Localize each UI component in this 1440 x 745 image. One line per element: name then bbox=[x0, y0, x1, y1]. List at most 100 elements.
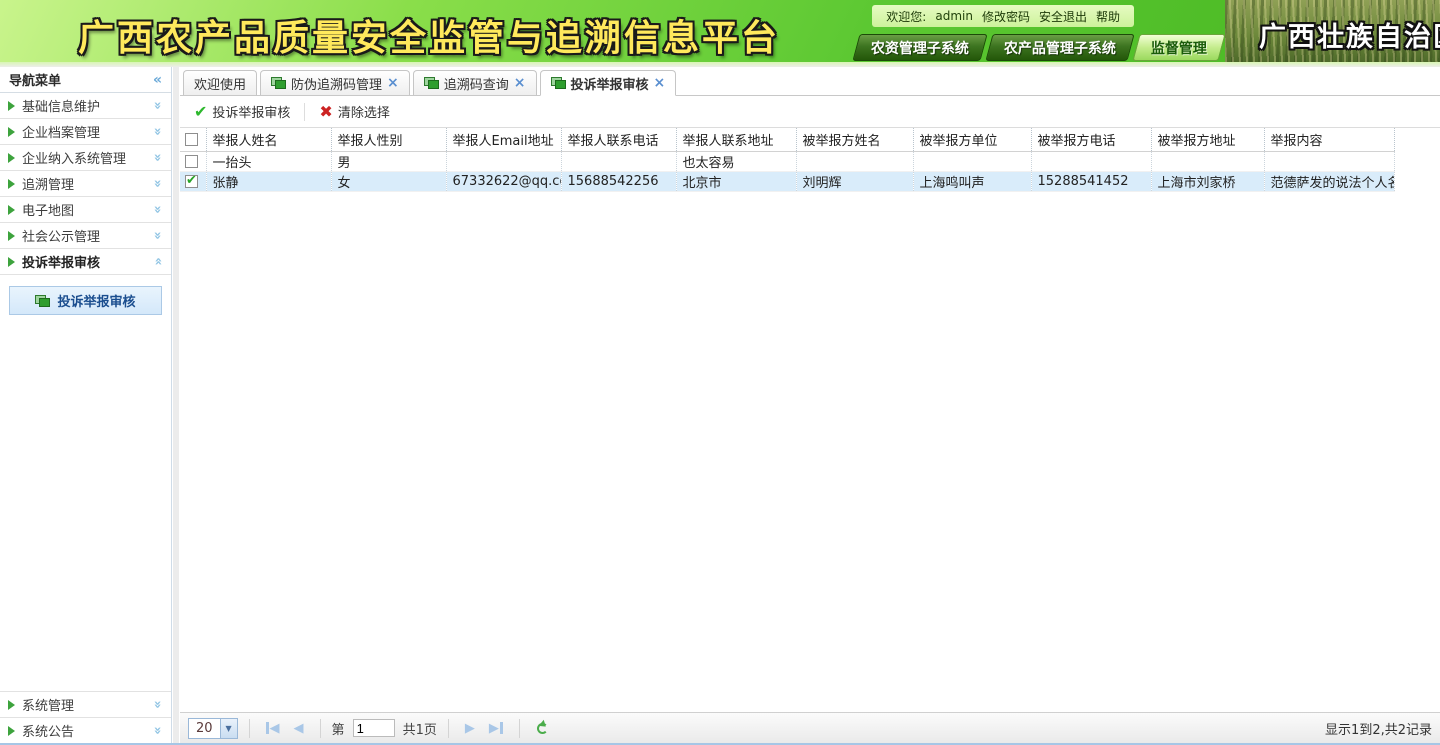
separator bbox=[320, 719, 321, 738]
sidebar-item-public-notice[interactable]: 社会公示管理« bbox=[0, 223, 171, 249]
subsystem-button-agri-materials[interactable]: 农资管理子系统 bbox=[852, 34, 987, 61]
header-checkbox-cell bbox=[180, 128, 206, 151]
table-cell: 刘明辉 bbox=[796, 171, 913, 191]
sidebar-item-enterprise-system[interactable]: 企业纳入系统管理« bbox=[0, 145, 171, 171]
table-cell bbox=[1264, 151, 1394, 171]
table-cell: 张静 bbox=[206, 171, 331, 191]
header-link-safe-logout[interactable]: 安全退出 bbox=[1039, 8, 1087, 25]
tab-anti-fake-code[interactable]: 防伪追溯码管理× bbox=[260, 70, 410, 95]
column-header: 被举报方电话 bbox=[1031, 128, 1151, 151]
record-summary: 显示1到2,共2记录 bbox=[1325, 719, 1432, 738]
tab-trace-code-query[interactable]: 追溯码查询× bbox=[413, 70, 537, 95]
close-icon[interactable]: × bbox=[514, 76, 526, 90]
triangle-icon bbox=[8, 726, 15, 736]
row-checkbox[interactable] bbox=[185, 155, 198, 168]
collapse-sidebar-icon[interactable]: « bbox=[153, 72, 162, 88]
column-header: 举报人性别 bbox=[331, 128, 446, 151]
app-header: 广西农产品质量安全监管与追溯信息平台 欢迎您:admin 修改密码安全退出帮助 … bbox=[0, 0, 1440, 62]
toolbar-separator bbox=[304, 103, 305, 121]
page-number-input[interactable] bbox=[353, 719, 395, 737]
chevron-down-icon: « bbox=[150, 127, 165, 135]
table-header-row: 举报人姓名举报人性别举报人Email地址举报人联系电话举报人联系地址被举报方姓名… bbox=[180, 128, 1394, 151]
separator bbox=[519, 719, 520, 738]
welcome-bar: 欢迎您:admin 修改密码安全退出帮助 bbox=[872, 5, 1134, 27]
table-cell bbox=[561, 151, 676, 171]
separator bbox=[249, 719, 250, 738]
sidebar-item-basic-info[interactable]: 基础信息维护« bbox=[0, 93, 171, 119]
column-header: 被举报方单位 bbox=[913, 128, 1031, 151]
column-header: 被举报方地址 bbox=[1151, 128, 1264, 151]
subsystem-button-agri-products[interactable]: 农产品管理子系统 bbox=[985, 34, 1134, 61]
table-cell bbox=[913, 151, 1031, 171]
header-link-help[interactable]: 帮助 bbox=[1096, 8, 1120, 25]
folder-icon bbox=[424, 77, 439, 89]
chevron-down-icon: « bbox=[150, 700, 165, 708]
sidebar-item-sys-mgmt[interactable]: 系统管理« bbox=[0, 691, 171, 717]
sidebar-item-sys-notice[interactable]: 系统公告« bbox=[0, 717, 171, 743]
select-all-checkbox[interactable] bbox=[185, 133, 198, 146]
table-cell: 北京市 bbox=[676, 171, 796, 191]
subsystem-button-supervision[interactable]: 监督管理 bbox=[1132, 34, 1225, 61]
tab-complaint-audit[interactable]: 投诉举报审核× bbox=[540, 70, 677, 96]
page-size-value: 20 bbox=[189, 721, 220, 736]
triangle-icon bbox=[8, 700, 15, 710]
table-body: 一抬头男也太容易张静女67332622@qq.com15688542256北京市… bbox=[180, 151, 1394, 191]
table-cell: 上海鸣叫声 bbox=[913, 171, 1031, 191]
app-title: 广西农产品质量安全监管与追溯信息平台 bbox=[78, 9, 780, 61]
complaints-table: 举报人姓名举报人性别举报人Email地址举报人联系电话举报人联系地址被举报方姓名… bbox=[180, 128, 1395, 192]
cross-icon: ✖ bbox=[319, 102, 332, 121]
submenu-item-complaint-audit-sub[interactable]: 投诉举报审核 bbox=[9, 286, 162, 315]
chevron-down-icon: « bbox=[150, 101, 165, 109]
header-link-change-password[interactable]: 修改密码 bbox=[982, 8, 1030, 25]
column-header: 举报人联系地址 bbox=[676, 128, 796, 151]
column-header: 举报内容 bbox=[1264, 128, 1394, 151]
table-cell: 一抬头 bbox=[206, 151, 331, 171]
table-row[interactable]: 张静女67332622@qq.com15688542256北京市刘明辉上海鸣叫声… bbox=[180, 171, 1394, 191]
triangle-icon bbox=[8, 101, 15, 111]
close-icon[interactable]: × bbox=[654, 76, 666, 90]
table-cell: 15288541452 bbox=[1031, 171, 1151, 191]
table-cell bbox=[1151, 151, 1264, 171]
prev-page-button[interactable]: ◀ bbox=[289, 721, 309, 736]
page-size-select[interactable]: 20 ▼ bbox=[188, 718, 238, 739]
separator bbox=[448, 719, 449, 738]
chevron-down-icon: « bbox=[150, 231, 165, 239]
triangle-icon bbox=[8, 179, 15, 189]
table-row[interactable]: 一抬头男也太容易 bbox=[180, 151, 1394, 171]
sidebar-bottom: 系统管理«系统公告« bbox=[0, 691, 171, 743]
toolbar-button-clear[interactable]: ✖清除选择 bbox=[311, 102, 397, 121]
folder-icon bbox=[551, 77, 566, 89]
page-prefix-label: 第 bbox=[332, 719, 345, 738]
chevron-down-icon: ▼ bbox=[220, 719, 237, 738]
main-panel: 欢迎使用防伪追溯码管理×追溯码查询×投诉举报审核× ✔投诉举报审核 ✖清除选择 举… bbox=[180, 67, 1440, 743]
splitter[interactable] bbox=[173, 67, 179, 743]
welcome-links: 修改密码安全退出帮助 bbox=[982, 8, 1120, 25]
next-page-button[interactable]: ▶ bbox=[460, 721, 480, 736]
sidebar-item-complaint-audit[interactable]: 投诉举报审核« bbox=[0, 249, 171, 275]
row-checkbox[interactable] bbox=[185, 175, 198, 188]
triangle-icon bbox=[8, 257, 15, 267]
folder-icon bbox=[271, 77, 286, 89]
chevron-down-icon: « bbox=[150, 179, 165, 187]
chevron-down-icon: « bbox=[150, 726, 165, 734]
sidebar-item-enterprise-archive[interactable]: 企业档案管理« bbox=[0, 119, 171, 145]
check-icon: ✔ bbox=[194, 102, 207, 121]
sidebar-item-e-map[interactable]: 电子地图« bbox=[0, 197, 171, 223]
table-cell: 男 bbox=[331, 151, 446, 171]
first-page-button[interactable]: ◀ bbox=[261, 721, 285, 736]
table-cell bbox=[796, 151, 913, 171]
column-header: 举报人联系电话 bbox=[561, 128, 676, 151]
sidebar-title: 导航菜单 bbox=[9, 70, 61, 89]
sidebar-item-trace-mgmt[interactable]: 追溯管理« bbox=[0, 171, 171, 197]
table-cell: 女 bbox=[331, 171, 446, 191]
pagination-bar: 20 ▼ ◀ ◀ 第 共1页 ▶ ▶ 显示1到2,共2记录 bbox=[180, 712, 1440, 743]
refresh-icon[interactable] bbox=[537, 723, 548, 734]
toolbar-button-audit[interactable]: ✔投诉举报审核 bbox=[186, 102, 298, 121]
toolbar: ✔投诉举报审核 ✖清除选择 bbox=[180, 96, 1440, 128]
triangle-icon bbox=[8, 231, 15, 241]
last-page-button[interactable]: ▶ bbox=[484, 721, 508, 736]
triangle-icon bbox=[8, 205, 15, 215]
table-cell bbox=[446, 151, 561, 171]
tab-welcome[interactable]: 欢迎使用 bbox=[183, 70, 257, 95]
close-icon[interactable]: × bbox=[387, 76, 399, 90]
